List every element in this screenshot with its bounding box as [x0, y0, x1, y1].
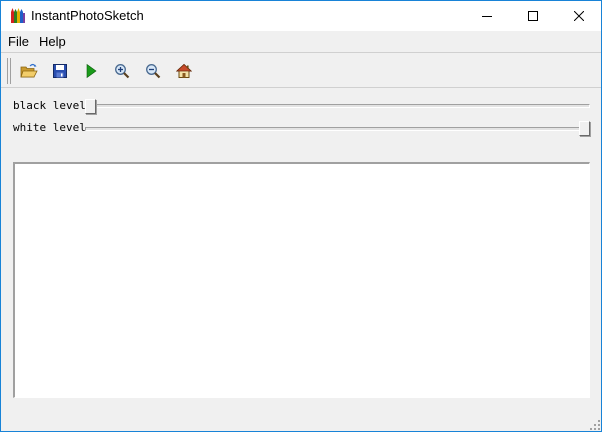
maximize-icon [528, 11, 538, 21]
close-icon [574, 11, 584, 21]
menu-bar: File Help [1, 31, 601, 53]
home-icon [176, 63, 192, 78]
white-level-label: white level [13, 121, 86, 134]
open-folder-icon [20, 63, 38, 78]
zoom-out-button[interactable] [143, 61, 163, 81]
menu-file[interactable]: File [8, 34, 29, 50]
title-bar[interactable]: InstantPhotoSketch [1, 1, 601, 31]
resize-grip-icon[interactable] [589, 419, 601, 431]
minimize-button[interactable] [464, 1, 510, 31]
menu-help[interactable]: Help [39, 34, 66, 50]
save-disk-icon [53, 64, 67, 78]
white-level-slider-track[interactable] [85, 127, 590, 131]
toolbar [1, 54, 601, 88]
minimize-icon [482, 16, 492, 17]
toolbar-grip-line [10, 58, 12, 84]
app-window: InstantPhotoSketch File Help black level… [0, 0, 602, 432]
maximize-button[interactable] [510, 1, 556, 31]
white-level-slider-thumb[interactable] [579, 121, 590, 136]
run-button[interactable] [81, 61, 101, 81]
close-button[interactable] [556, 1, 602, 31]
zoom-in-button[interactable] [112, 61, 132, 81]
home-button[interactable] [174, 61, 194, 81]
zoom-in-icon [115, 64, 130, 79]
black-level-slider-track[interactable] [85, 104, 590, 108]
open-button[interactable] [19, 61, 39, 81]
save-button[interactable] [50, 61, 70, 81]
crayons-icon [11, 8, 25, 23]
run-play-icon [86, 63, 97, 79]
black-level-label: black level [13, 99, 86, 112]
window-title: InstantPhotoSketch [31, 8, 144, 23]
image-canvas[interactable] [13, 162, 590, 398]
black-level-slider-thumb[interactable] [85, 99, 96, 114]
zoom-out-icon [146, 64, 161, 79]
